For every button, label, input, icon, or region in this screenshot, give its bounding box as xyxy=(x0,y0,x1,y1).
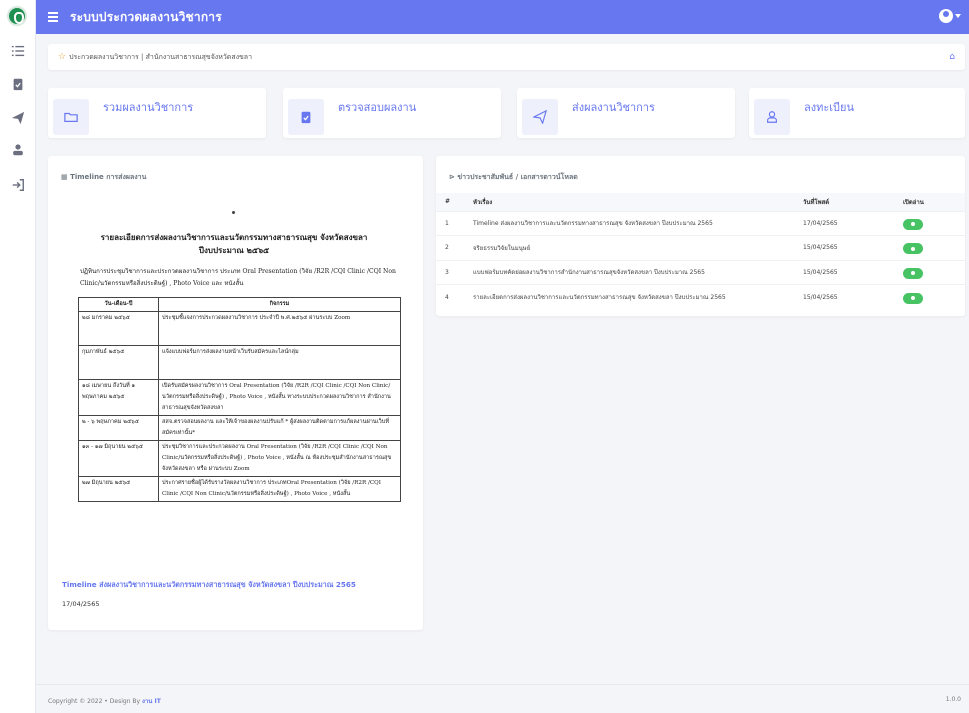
doc-subtitle: ปีงบประมาณ ๒๕๖๕ xyxy=(198,245,270,255)
clipboard-check-icon[interactable] xyxy=(10,77,26,93)
calendar-icon: ▦ xyxy=(61,173,71,181)
send-icon xyxy=(522,99,558,135)
footer-brand-link[interactable]: งาน IT xyxy=(142,698,161,705)
timeline-date: 17/04/2565 xyxy=(62,600,100,608)
send-icon[interactable] xyxy=(10,111,26,127)
login-icon[interactable] xyxy=(10,178,26,194)
column-header: หัวเรื่อง xyxy=(464,193,794,211)
table-row: 2 จริยธรรมวิจัยในมนุษย์ 15/04/2565 xyxy=(436,235,965,260)
quick-action-label: รวมผลงานวิชาการ xyxy=(103,101,194,114)
news-title: รายละเอียดการส่งผลงานวิชาการและนวัตกรรมท… xyxy=(464,284,794,309)
eye-icon[interactable] xyxy=(903,292,923,304)
news-title: Timeline ส่งผลงานวิชาการและนวัตกรรมทางสา… xyxy=(464,210,794,236)
news-table: # หัวเรื่อง วันที่โพสต์ เปิดอ่าน 1 Timel… xyxy=(436,193,965,309)
quick-action-submit-works[interactable]: ส่งผลงานวิชาการ xyxy=(517,88,735,138)
quick-action-label: ส่งผลงานวิชาการ xyxy=(572,101,655,114)
news-title: จริยธรรมวิจัยในมนุษย์ xyxy=(464,235,794,260)
table-row: ๑๓ - ๑๗ มิถุนายน ๒๕๖๕ ประชุมวิชาการและปร… xyxy=(78,440,401,477)
timeline-table: วัน-เดือน-ปี กิจกรรม ๒๘ มกราคม ๒๕๖๕ ประช… xyxy=(78,297,401,502)
home-icon[interactable]: ⌂ xyxy=(949,52,955,62)
table-row: ๑๘ เมษายน ถึงวันที่ ๑ พฤษภาคม ๒๕๖๕ เปิดร… xyxy=(78,379,401,416)
eye-icon[interactable] xyxy=(903,218,923,230)
logo[interactable] xyxy=(7,6,27,26)
timeline-link[interactable]: Timeline ส่งผลงานวิชาการและนวัตกรรมทางสา… xyxy=(62,580,356,591)
table-row: กุมภาพันธ์ ๒๕๖๕ แจ้งแบบฟอร์มการส่งผลงานห… xyxy=(78,345,401,380)
table-row: ๒๘ มกราคม ๒๕๖๕ ประชุมชี้แจงการประกวดผลงา… xyxy=(78,311,401,346)
quick-action-register[interactable]: ลงทะเบียน xyxy=(749,88,965,138)
column-header: # xyxy=(436,193,464,211)
timeline-panel: ▦ Timeline การส่งผลงาน รายละเอียดการส่งผ… xyxy=(48,156,423,630)
footer: Copyright © 2022 • Design By งาน IT 1.0.… xyxy=(36,684,969,713)
table-row: 3 แบบฟอร์มบทคัดย่อผลงานวิชาการสำนักงานสา… xyxy=(436,259,965,285)
table-header: กิจกรรม xyxy=(158,297,401,312)
news-header: ⊳ ข่าวประชาสัมพันธ์ / เอกสารดาวน์โหลด xyxy=(449,173,578,181)
folder-icon xyxy=(53,99,89,135)
breadcrumb-text[interactable]: ประกวดผลงานวิชาการ | สำนักงานสาธารณสุขจั… xyxy=(69,52,252,63)
chevron-down-icon[interactable] xyxy=(955,14,961,18)
user-icon xyxy=(754,99,790,135)
news-title: แบบฟอร์มบทคัดย่อผลงานวิชาการสำนักงานสาธา… xyxy=(464,259,794,285)
breadcrumb: ☆ ประกวดผลงานวิชาการ | สำนักงานสาธารณสุข… xyxy=(48,44,965,70)
table-row: ๒ - ๖ พฤษภาคม ๒๕๖๕ สสจ.ตรวจสอบผลงาน และใ… xyxy=(78,415,401,441)
quick-action-label: ตรวจสอบผลงาน xyxy=(338,101,417,114)
eye-icon[interactable] xyxy=(903,267,923,279)
sidebar-rail xyxy=(0,0,36,713)
footer-version: 1.0.0 xyxy=(945,696,961,703)
column-header: เปิดอ่าน xyxy=(894,193,965,211)
doc-title: รายละเอียดการส่งผลงานวิชาการและนวัตกรรมท… xyxy=(100,232,368,242)
table-header: วัน-เดือน-ปี xyxy=(78,297,159,312)
top-navbar: ระบบประกวดผลงานวิชาการ xyxy=(36,0,969,34)
app-title: ระบบประกวดผลงานวิชาการ xyxy=(70,9,222,24)
table-row: ๒๗ มิถุนายน ๒๕๖๕ ประกาศรายชื่อผู้ได้รับร… xyxy=(78,476,401,502)
quick-action-all-works[interactable]: รวมผลงานวิชาการ xyxy=(48,88,266,138)
star-icon: ☆ xyxy=(58,52,67,62)
column-header: วันที่โพสต์ xyxy=(794,193,894,211)
quick-action-check-works[interactable]: ตรวจสอบผลงาน xyxy=(283,88,501,138)
eye-icon[interactable] xyxy=(903,243,923,255)
timeline-document: รายละเอียดการส่งผลงานวิชาการและนวัตกรรมท… xyxy=(60,193,408,548)
user-avatar[interactable] xyxy=(939,9,953,23)
hamburger-menu-icon[interactable] xyxy=(48,11,62,23)
news-panel: ⊳ ข่าวประชาสัมพันธ์ / เอกสารดาวน์โหลด # … xyxy=(436,156,965,316)
clipboard-check-icon xyxy=(288,99,324,135)
timeline-header: ▦ Timeline การส่งผลงาน xyxy=(61,173,147,181)
quick-action-label: ลงทะเบียน xyxy=(804,101,854,114)
users-icon[interactable] xyxy=(10,143,26,159)
doc-intro: ปฏิทินการประชุมวิชาการและประกวดผลงานวิชา… xyxy=(80,268,396,287)
table-row: 4 รายละเอียดการส่งผลงานวิชาการและนวัตกรร… xyxy=(436,284,965,309)
footer-copyright: Copyright © 2022 • Design By งาน IT xyxy=(48,698,161,705)
table-row: 1 Timeline ส่งผลงานวิชาการและนวัตกรรมทาง… xyxy=(436,210,965,236)
list-icon[interactable] xyxy=(10,44,26,60)
